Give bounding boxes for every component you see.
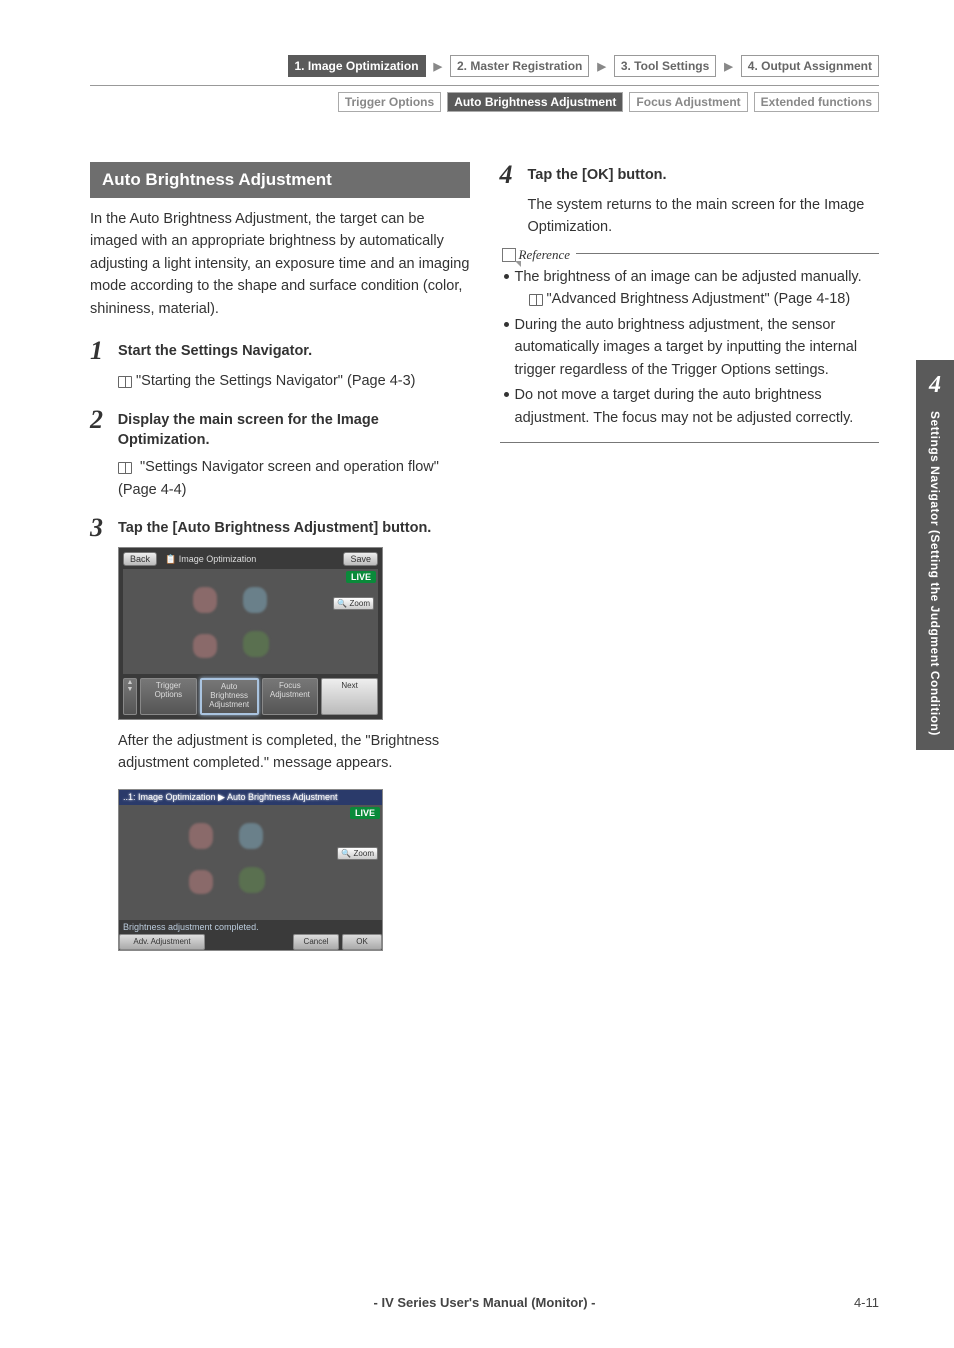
chapter-number: 4 bbox=[916, 372, 954, 399]
reference-link: "Advanced Brightness Adjustment" (Page 4… bbox=[547, 291, 851, 307]
ok-button[interactable]: OK bbox=[342, 934, 382, 951]
nav-master-registration: 2. Master Registration bbox=[450, 55, 589, 77]
subnav-trigger-options: Trigger Options bbox=[338, 92, 441, 112]
cancel-button[interactable]: Cancel bbox=[293, 934, 339, 951]
zoom-button[interactable]: 🔍 Zoom bbox=[333, 597, 374, 610]
subnav-extended-functions: Extended functions bbox=[754, 92, 879, 112]
subnav-focus-adjustment: Focus Adjustment bbox=[629, 92, 747, 112]
step-number: 4 bbox=[500, 162, 522, 188]
auto-brightness-button[interactable]: Auto Brightness Adjustment bbox=[200, 678, 259, 714]
zoom-button[interactable]: 🔍 Zoom bbox=[337, 847, 378, 860]
page-footer: - IV Series User's Manual (Monitor) - 4-… bbox=[90, 1295, 879, 1310]
bullet-icon bbox=[504, 392, 509, 397]
step-2-body: "Settings Navigator screen and operation… bbox=[118, 456, 470, 501]
reference-text: During the auto brightness adjustment, t… bbox=[515, 314, 876, 381]
step-3: 3 Tap the [Auto Brightness Adjustment] b… bbox=[90, 515, 470, 541]
trigger-options-button[interactable]: Trigger Options bbox=[140, 678, 197, 714]
step-ref: "Starting the Settings Navigator" (Page … bbox=[136, 373, 416, 389]
book-icon bbox=[118, 376, 132, 388]
step-4: 4 Tap the [OK] button. bbox=[500, 162, 880, 188]
step-1-body: "Starting the Settings Navigator" (Page … bbox=[118, 370, 470, 392]
page-number: 4-11 bbox=[854, 1295, 879, 1310]
expand-handle[interactable]: ▲▼ bbox=[123, 678, 137, 714]
reference-label: Reference bbox=[500, 244, 576, 266]
status-message: Brightness adjustment completed. bbox=[119, 920, 382, 934]
step-title: Display the main screen for the Image Op… bbox=[118, 407, 470, 451]
next-button[interactable]: Next bbox=[321, 678, 378, 714]
step-2: 2 Display the main screen for the Image … bbox=[90, 407, 470, 451]
chevron-right-icon: ▶ bbox=[434, 60, 442, 73]
reference-text: Do not move a target during the auto bri… bbox=[515, 384, 876, 429]
chapter-tab: 4 Settings Navigator (Setting the Judgme… bbox=[916, 360, 954, 750]
nav-tool-settings: 3. Tool Settings bbox=[614, 55, 716, 77]
nav-image-optimization: 1. Image Optimization bbox=[288, 55, 426, 77]
step-title: Tap the [Auto Brightness Adjustment] but… bbox=[118, 515, 431, 538]
camera-view: LIVE 🔍 Zoom bbox=[123, 569, 378, 674]
reference-box: Reference The brightness of an image can… bbox=[500, 253, 880, 443]
bullet-icon bbox=[504, 274, 509, 279]
section-heading: Auto Brightness Adjustment bbox=[90, 162, 470, 198]
step-1: 1 Start the Settings Navigator. bbox=[90, 338, 470, 364]
back-button[interactable]: Back bbox=[123, 552, 157, 566]
chapter-title: Settings Navigator (Setting the Judgment… bbox=[928, 411, 942, 736]
step-title: Tap the [OK] button. bbox=[528, 162, 667, 185]
step-number: 1 bbox=[90, 338, 112, 364]
adv-adjustment-button[interactable]: Adv. Adjustment bbox=[119, 934, 205, 951]
reference-text: The brightness of an image can be adjust… bbox=[515, 266, 862, 288]
screen-title: ..1: Image Optimization ▶ Auto Brightnes… bbox=[119, 790, 382, 805]
live-badge: LIVE bbox=[346, 571, 376, 583]
reference-item: During the auto brightness adjustment, t… bbox=[504, 314, 876, 381]
top-nav-breadcrumb: 1. Image Optimization ▶ 2. Master Regist… bbox=[90, 55, 879, 77]
chevron-right-icon: ▶ bbox=[724, 60, 732, 73]
reference-item: Do not move a target during the auto bri… bbox=[504, 384, 876, 429]
book-icon bbox=[118, 462, 132, 474]
step-number: 2 bbox=[90, 407, 112, 433]
intro-text: In the Auto Brightness Adjustment, the t… bbox=[90, 208, 470, 320]
focus-adjustment-button[interactable]: Focus Adjustment bbox=[262, 678, 319, 714]
step-title: Start the Settings Navigator. bbox=[118, 338, 312, 361]
screenshot-brightness-completed: ..1: Image Optimization ▶ Auto Brightnes… bbox=[118, 789, 383, 952]
camera-view: LIVE 🔍 Zoom bbox=[119, 805, 382, 920]
step-ref: "Settings Navigator screen and operation… bbox=[118, 459, 439, 497]
subnav-auto-brightness: Auto Brightness Adjustment bbox=[447, 92, 623, 112]
step-number: 3 bbox=[90, 515, 112, 541]
step-4-body: The system returns to the main screen fo… bbox=[528, 194, 880, 239]
screenshot-image-optimization: Back 📋 Image Optimization Save LIVE 🔍 Zo… bbox=[118, 547, 383, 719]
screen-title: 📋 Image Optimization bbox=[161, 554, 339, 565]
bullet-icon bbox=[504, 322, 509, 327]
chevron-right-icon: ▶ bbox=[597, 60, 605, 73]
save-button[interactable]: Save bbox=[343, 552, 378, 566]
footer-title: - IV Series User's Manual (Monitor) - bbox=[374, 1295, 596, 1310]
live-badge: LIVE bbox=[350, 807, 380, 819]
nav-output-assignment: 4. Output Assignment bbox=[741, 55, 879, 77]
reference-item: The brightness of an image can be adjust… bbox=[504, 266, 876, 311]
step-3-after: After the adjustment is completed, the "… bbox=[118, 730, 470, 775]
book-icon bbox=[529, 294, 543, 306]
sub-nav: Trigger Options Auto Brightness Adjustme… bbox=[90, 85, 879, 112]
